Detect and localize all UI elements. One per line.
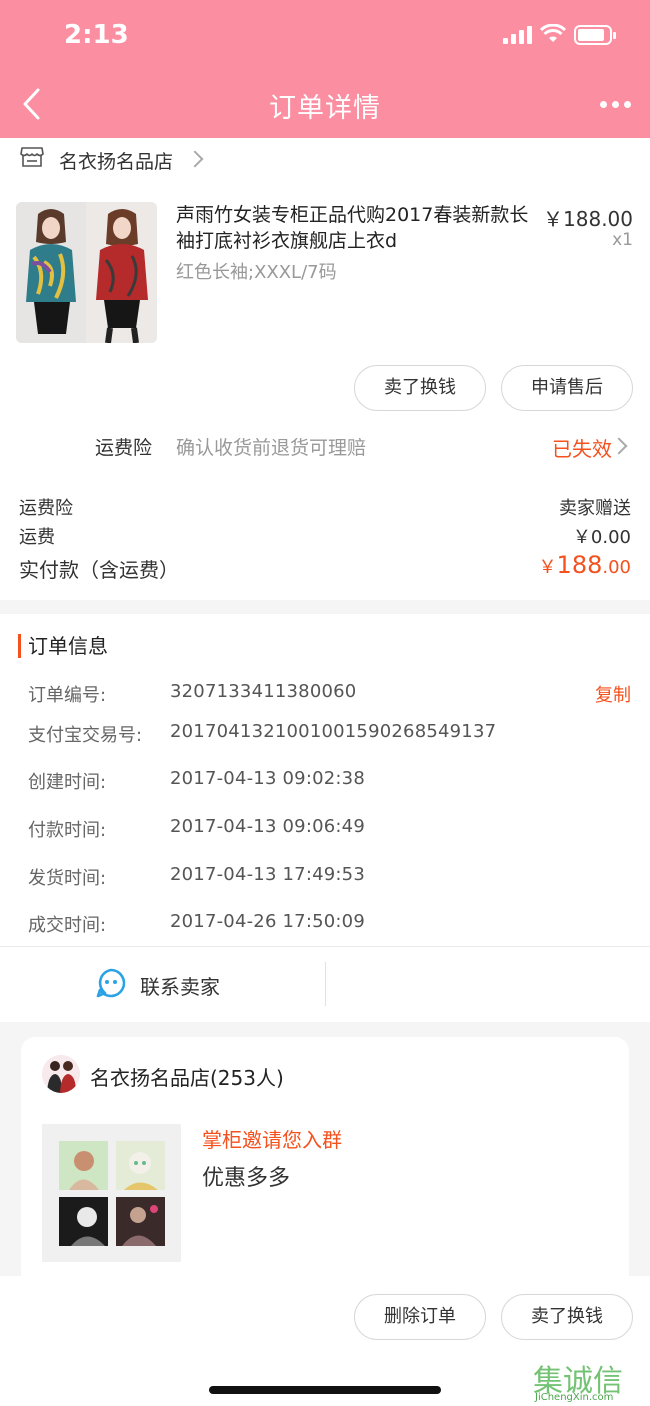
insurance-label: 运费险 bbox=[95, 437, 153, 459]
sell-for-cash-bottom-button[interactable]: 卖了换钱 bbox=[501, 1294, 633, 1340]
group-invite-text: 掌柜邀请您入群 bbox=[202, 1128, 342, 1152]
status-time: 2:13 bbox=[64, 20, 129, 50]
product-price: ￥188.00 bbox=[543, 207, 633, 231]
completed-time-value: 2017-04-26 17:50:09 bbox=[170, 911, 365, 932]
insurance-description: 确认收货前退货可理赔 bbox=[176, 437, 367, 459]
total-amount: ￥188.00 bbox=[538, 551, 631, 579]
member-thumbnail bbox=[59, 1197, 108, 1246]
shop-row[interactable]: 名衣扬名品店 bbox=[0, 138, 650, 180]
summary-value: 卖家赠送 bbox=[559, 498, 631, 519]
watermark-url: JiChengXin.com bbox=[535, 1392, 614, 1403]
member-thumbnail bbox=[116, 1197, 165, 1246]
order-info-heading: 订单信息 bbox=[18, 634, 108, 658]
summary-label: 运费险 bbox=[19, 498, 73, 519]
group-name: 名衣扬名品店(253人) bbox=[90, 1066, 284, 1090]
contact-seller-label: 联系卖家 bbox=[140, 975, 220, 999]
nav-bar: 订单详情 bbox=[0, 68, 650, 138]
home-indicator[interactable] bbox=[209, 1386, 441, 1394]
group-member-thumbnails bbox=[42, 1124, 181, 1262]
copy-order-number-button[interactable]: 复制 bbox=[595, 681, 631, 707]
shipped-time-value: 2017-04-13 17:49:53 bbox=[170, 864, 365, 885]
paid-time-label: 付款时间: bbox=[28, 820, 107, 841]
product-photo bbox=[16, 202, 157, 343]
vertical-divider bbox=[325, 962, 326, 1006]
order-number-label: 订单编号: bbox=[28, 685, 107, 706]
insurance-status: 已失效 bbox=[552, 437, 612, 461]
chevron-right-icon bbox=[186, 150, 204, 168]
alipay-trade-value: 2017041321001001590268549137 bbox=[170, 721, 497, 742]
alipay-trade-label: 支付宝交易号: bbox=[28, 725, 143, 746]
completed-time-label: 成交时间: bbox=[28, 915, 107, 936]
paid-time-value: 2017-04-13 09:06:49 bbox=[170, 816, 365, 837]
page-title: 订单详情 bbox=[269, 93, 381, 124]
product-title[interactable]: 声雨竹女装专柜正品代购2017春装新款长袖打底衬衫衣旗舰店上衣d bbox=[176, 202, 541, 254]
battery-icon bbox=[574, 25, 616, 45]
group-promo-text: 优惠多多 bbox=[202, 1166, 291, 1191]
order-number-value: 3207133411380060 bbox=[170, 681, 357, 702]
summary-value: ￥0.00 bbox=[572, 527, 631, 548]
member-thumbnail bbox=[59, 1141, 108, 1190]
product-image[interactable] bbox=[16, 202, 157, 343]
store-icon bbox=[20, 147, 44, 167]
member-thumbnail bbox=[116, 1141, 165, 1190]
wifi-icon bbox=[540, 24, 566, 42]
created-time-label: 创建时间: bbox=[28, 772, 107, 793]
contact-seller-button[interactable]: 联系卖家 bbox=[0, 947, 326, 1022]
chat-icon bbox=[96, 968, 126, 998]
shop-name: 名衣扬名品店 bbox=[59, 151, 174, 173]
total-label: 实付款（含运费） bbox=[19, 558, 179, 582]
signal-icon bbox=[503, 26, 533, 44]
sell-for-cash-button[interactable]: 卖了换钱 bbox=[354, 365, 486, 411]
delete-order-button[interactable]: 删除订单 bbox=[354, 1294, 486, 1340]
summary-label: 运费 bbox=[19, 527, 55, 548]
product-quantity: x1 bbox=[612, 230, 633, 250]
group-avatar bbox=[42, 1055, 80, 1093]
watermark-logo: 集诚信 JiChengXin.com bbox=[533, 1356, 650, 1406]
status-bar: 2:13 bbox=[0, 0, 650, 68]
more-icon[interactable] bbox=[600, 101, 632, 109]
after-sale-button[interactable]: 申请售后 bbox=[501, 365, 633, 411]
product-sku: 红色长袖;XXXL/7码 bbox=[176, 262, 337, 283]
shipped-time-label: 发货时间: bbox=[28, 868, 107, 889]
created-time-value: 2017-04-13 09:02:38 bbox=[170, 768, 365, 789]
